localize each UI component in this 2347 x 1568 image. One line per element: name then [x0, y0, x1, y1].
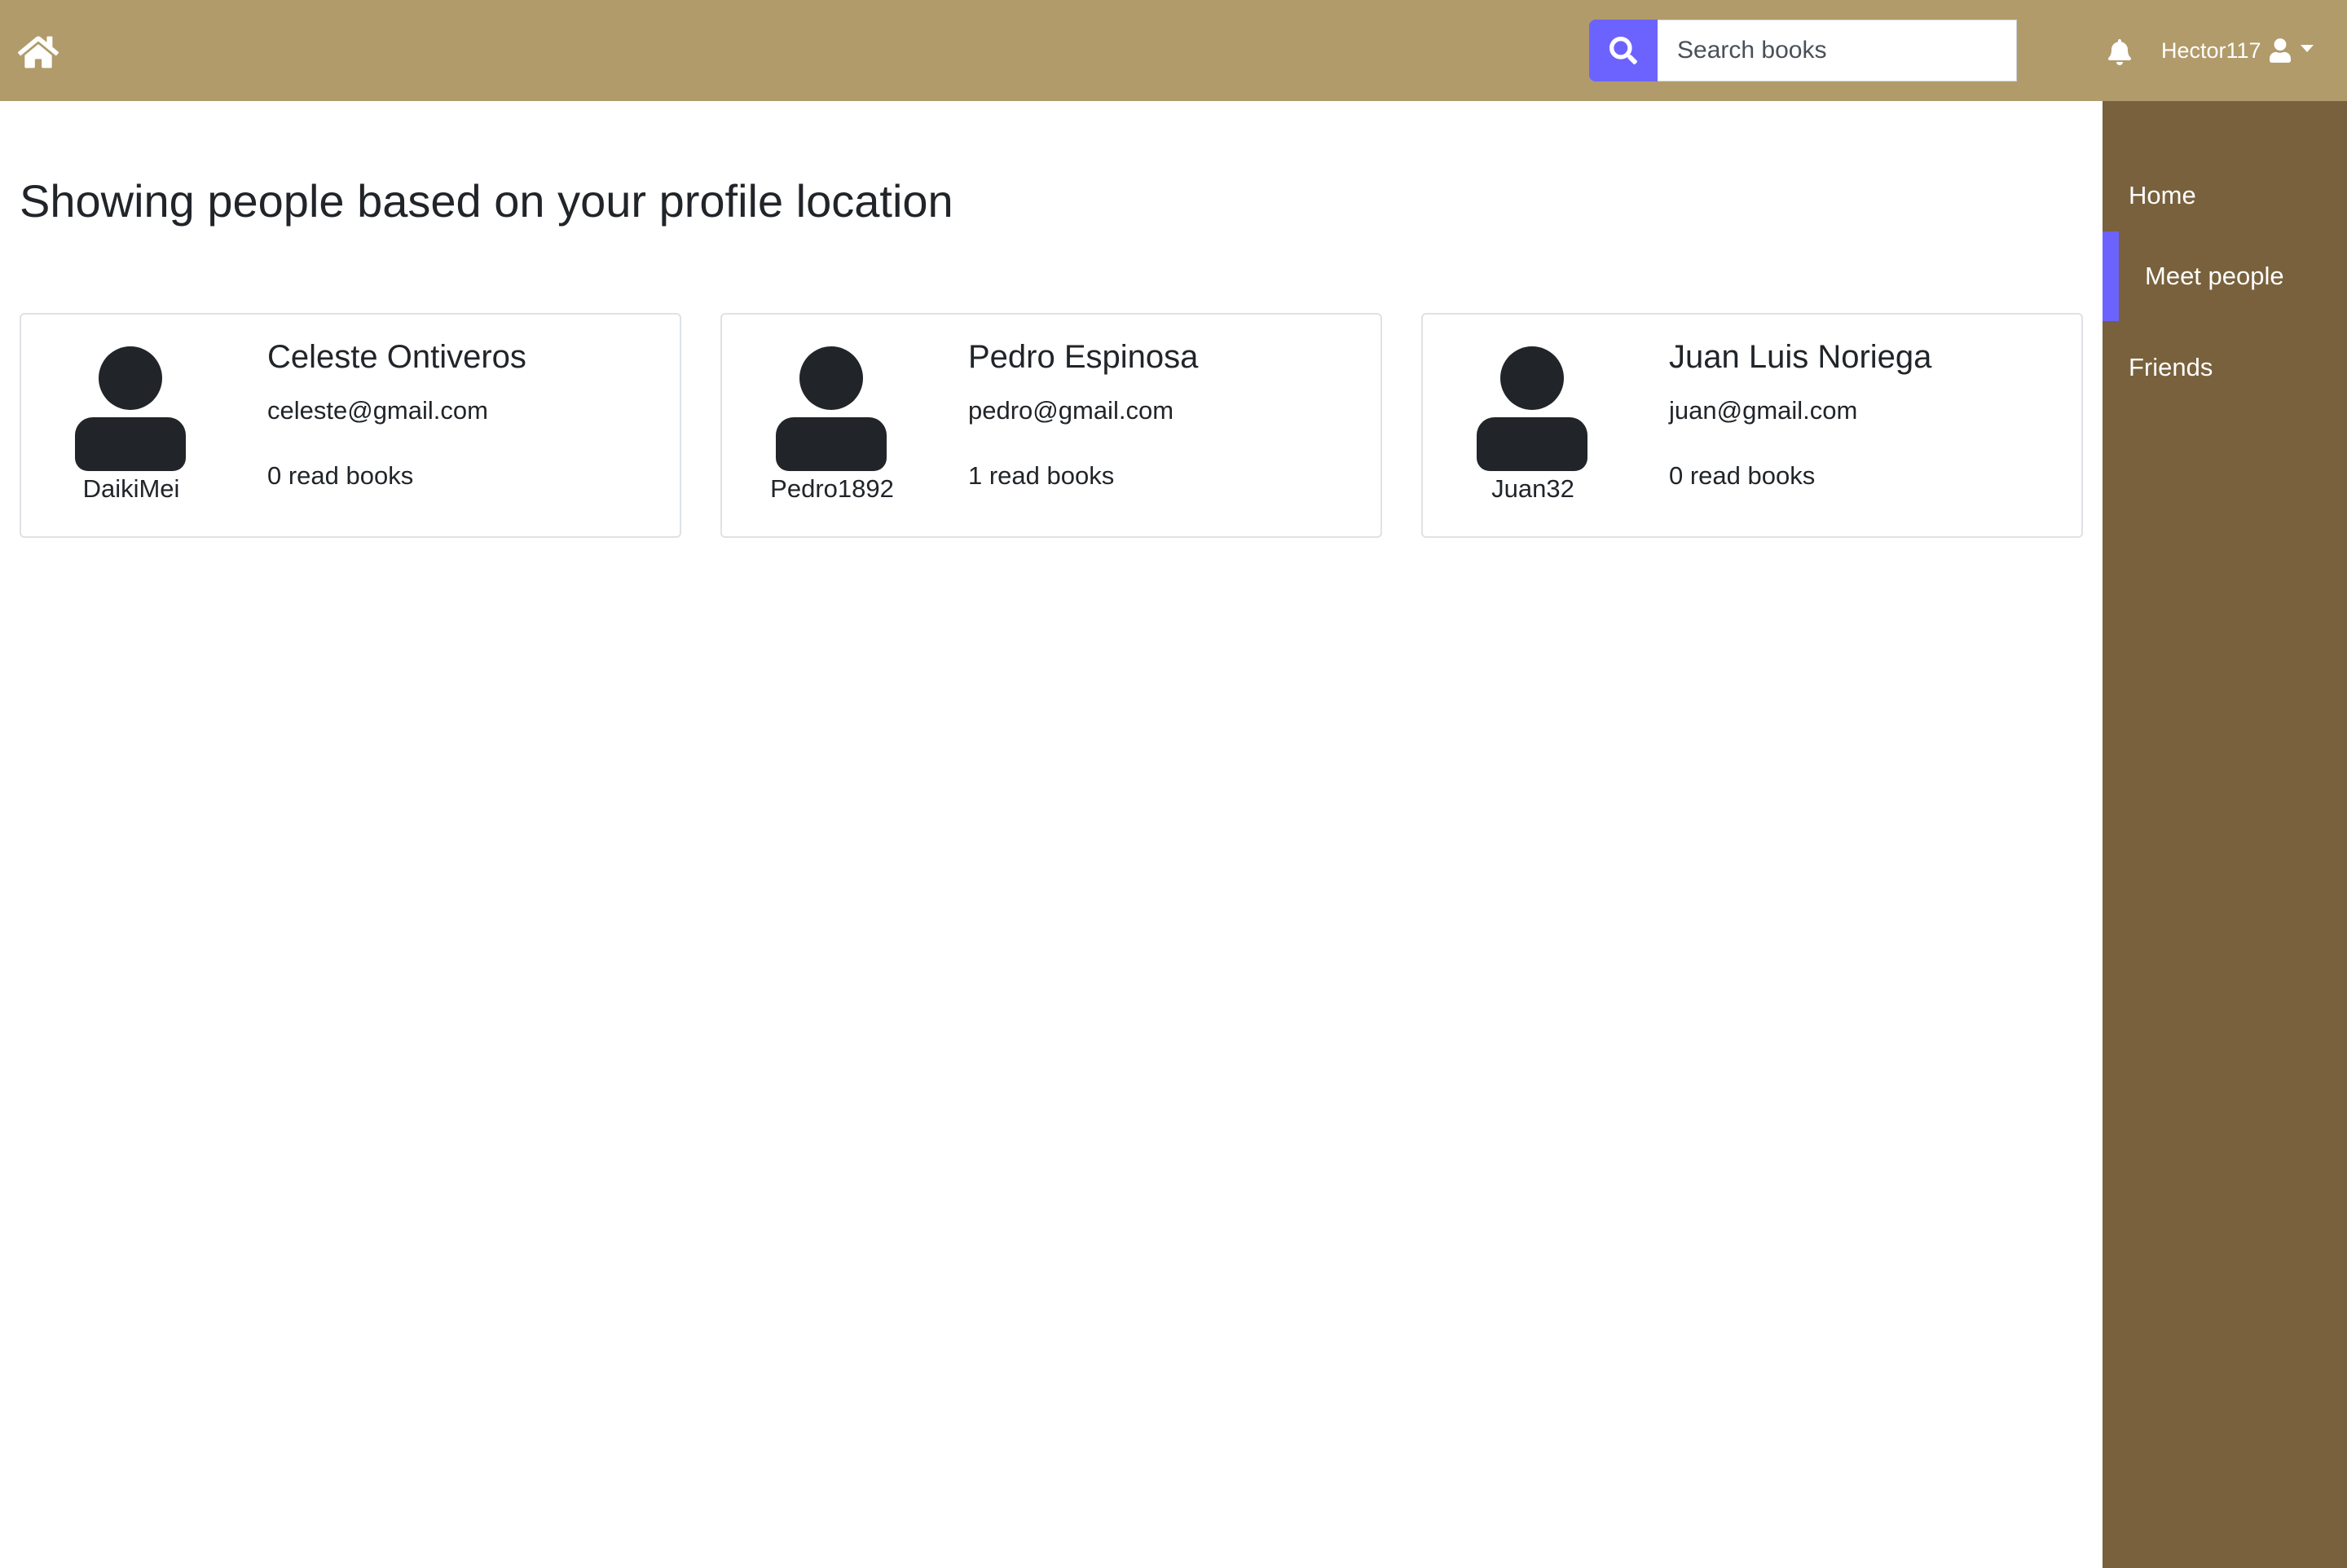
person-username: Juan32: [1491, 474, 1574, 503]
avatar-column: Pedro1892: [722, 315, 942, 540]
user-avatar-icon: [1477, 346, 1587, 471]
sidebar-item-meet-people[interactable]: Meet people: [2103, 231, 2347, 321]
search-button[interactable]: [1589, 20, 1658, 81]
person-email: celeste@gmail.com: [267, 396, 488, 425]
sidebar-item-friends[interactable]: Friends: [2103, 323, 2347, 412]
avatar-column: Juan32: [1423, 315, 1643, 540]
sidebar-item-label: Meet people: [2145, 262, 2284, 290]
active-indicator: [2103, 231, 2119, 321]
username-label: Hector117: [2161, 37, 2261, 63]
person-username: Pedro1892: [770, 474, 894, 503]
person-card[interactable]: DaikiMei Celeste Ontiveros celeste@gmail…: [20, 313, 681, 538]
person-read-books: 0 read books: [1669, 461, 1816, 490]
search-bar: [1589, 20, 2017, 81]
bell-icon-graphic: [2108, 39, 2131, 65]
person-name: Celeste Ontiveros: [267, 339, 526, 375]
home-icon[interactable]: [18, 33, 59, 72]
page-title: Showing people based on your profile loc…: [20, 175, 953, 227]
person-email: juan@gmail.com: [1669, 396, 1858, 425]
sidebar: Home Meet people Friends: [2103, 101, 2347, 1568]
person-username: DaikiMei: [82, 474, 180, 503]
person-card[interactable]: Juan32 Juan Luis Noriega juan@gmail.com …: [1421, 313, 2083, 538]
sidebar-item-label: Friends: [2129, 353, 2213, 381]
user-menu-dropdown[interactable]: Hector117: [2161, 33, 2314, 68]
search-input[interactable]: [1658, 20, 2017, 81]
person-name: Pedro Espinosa: [968, 339, 1199, 375]
chevron-down-icon: [2300, 44, 2314, 52]
user-avatar-icon: [776, 346, 887, 471]
person-read-books: 0 read books: [267, 461, 414, 490]
avatar-column: DaikiMei: [21, 315, 241, 540]
search-icon: [1609, 37, 1637, 64]
user-icon: [2269, 38, 2291, 63]
person-card[interactable]: Pedro1892 Pedro Espinosa pedro@gmail.com…: [720, 313, 1382, 538]
top-navbar: Hector117: [0, 0, 2347, 101]
person-name: Juan Luis Noriega: [1669, 339, 1932, 375]
user-avatar-icon: [75, 346, 186, 471]
sidebar-item-home[interactable]: Home: [2103, 151, 2347, 240]
home-icon-graphic: [18, 36, 59, 68]
bell-icon[interactable]: [2107, 39, 2132, 65]
person-email: pedro@gmail.com: [968, 396, 1174, 425]
sidebar-item-label: Home: [2129, 181, 2196, 209]
person-read-books: 1 read books: [968, 461, 1115, 490]
